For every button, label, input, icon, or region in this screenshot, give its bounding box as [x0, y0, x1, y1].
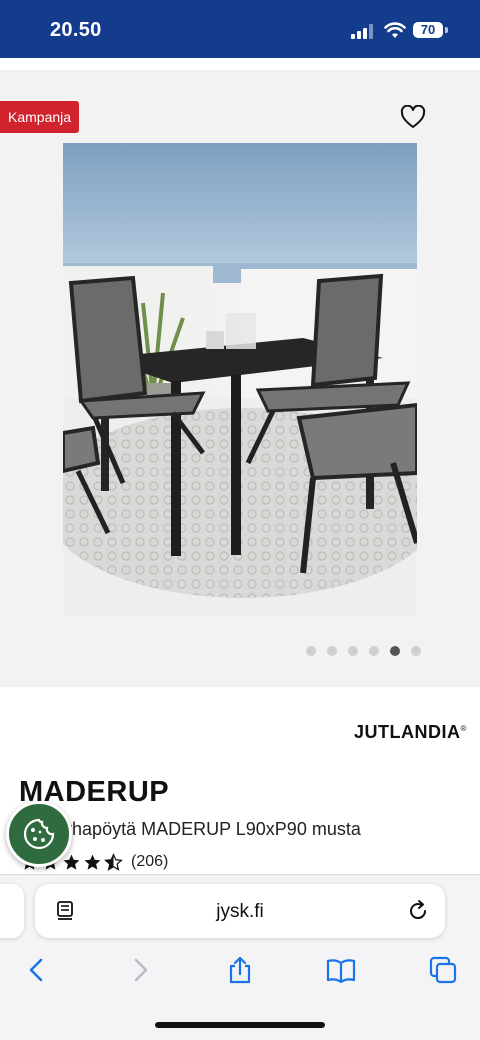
review-count[interactable]: (206): [131, 853, 168, 871]
cellular-signal-icon: [351, 24, 373, 39]
registered-mark: ®: [460, 724, 467, 733]
campaign-badge: Kampanja: [0, 101, 80, 133]
pagination-dot[interactable]: [306, 646, 316, 656]
wifi-icon: [384, 22, 406, 38]
status-bar: 20.50 70: [0, 0, 480, 58]
address-bar[interactable]: jysk.fi: [35, 884, 445, 938]
product-image[interactable]: [63, 143, 417, 615]
tabs-icon[interactable]: [428, 955, 458, 985]
pagination-dot[interactable]: [327, 646, 337, 656]
cookie-icon: [23, 818, 55, 850]
star-half-icon: [104, 852, 123, 871]
previous-tab-preview[interactable]: [0, 884, 24, 938]
battery-indicator: 70: [413, 22, 443, 38]
back-icon[interactable]: [22, 955, 52, 985]
forward-icon[interactable]: [125, 955, 155, 985]
pagination-dot-active[interactable]: [390, 646, 400, 656]
battery-tip: [445, 27, 448, 33]
heart-icon[interactable]: [400, 105, 426, 129]
home-indicator[interactable]: [155, 1022, 325, 1028]
gallery-pagination[interactable]: [306, 646, 421, 656]
bookmarks-icon[interactable]: [326, 955, 356, 985]
star-filled-icon: [63, 854, 80, 870]
pagination-dot[interactable]: [411, 646, 421, 656]
reload-icon[interactable]: [406, 899, 430, 923]
brand-name: JUTLANDIA: [354, 722, 461, 742]
status-time: 20.50: [50, 19, 102, 41]
pagination-dot[interactable]: [348, 646, 358, 656]
brand-logo[interactable]: JUTLANDIA®: [354, 722, 467, 743]
pagination-dot[interactable]: [369, 646, 379, 656]
cookie-settings-button[interactable]: [6, 801, 72, 867]
star-filled-icon: [84, 854, 101, 870]
url-text[interactable]: jysk.fi: [35, 901, 445, 923]
share-icon[interactable]: [225, 955, 255, 985]
